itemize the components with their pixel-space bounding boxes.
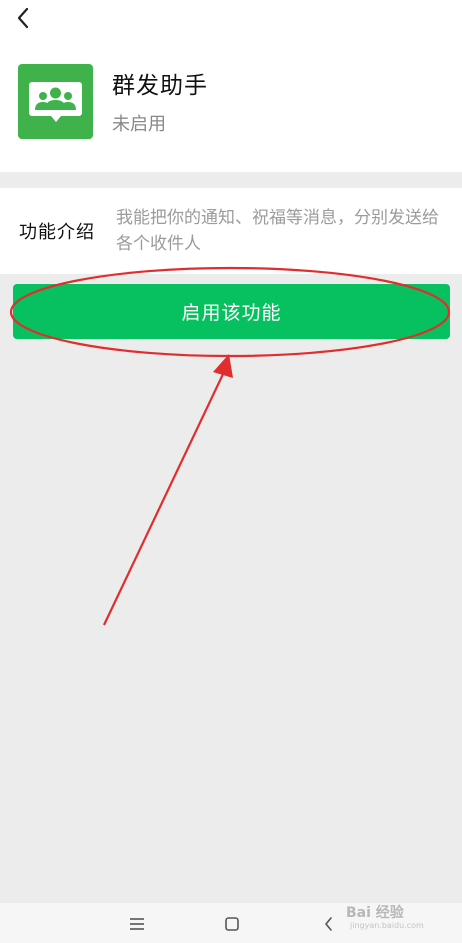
- system-nav-bar: [0, 903, 462, 943]
- feature-header: 群发助手 未启用: [0, 40, 462, 172]
- menu-icon: [130, 918, 144, 930]
- annotation-arrowhead: [213, 354, 233, 378]
- back-chevron-icon: [325, 917, 332, 931]
- intro-text: 我能把你的通知、祝福等消息，分别发送给各个收件人: [116, 208, 439, 254]
- chevron-left-icon: [17, 7, 29, 29]
- menu-button[interactable]: [126, 913, 148, 935]
- group-chat-icon: [18, 64, 93, 139]
- feature-title: 群发助手: [112, 73, 208, 99]
- feature-status: 未启用: [112, 114, 166, 135]
- intro-label: 功能介绍: [19, 222, 95, 243]
- annotation-arrow-shaft: [103, 371, 225, 626]
- feature-intro: 功能介绍 我能把你的通知、祝福等消息，分别发送给各个收件人: [0, 188, 462, 274]
- enable-feature-button[interactable]: 启用该功能: [13, 284, 450, 339]
- home-button[interactable]: [221, 913, 243, 935]
- home-square-icon: [225, 917, 239, 931]
- back-button[interactable]: [8, 2, 40, 34]
- top-bar: [0, 0, 462, 40]
- nav-back-button[interactable]: [318, 913, 340, 935]
